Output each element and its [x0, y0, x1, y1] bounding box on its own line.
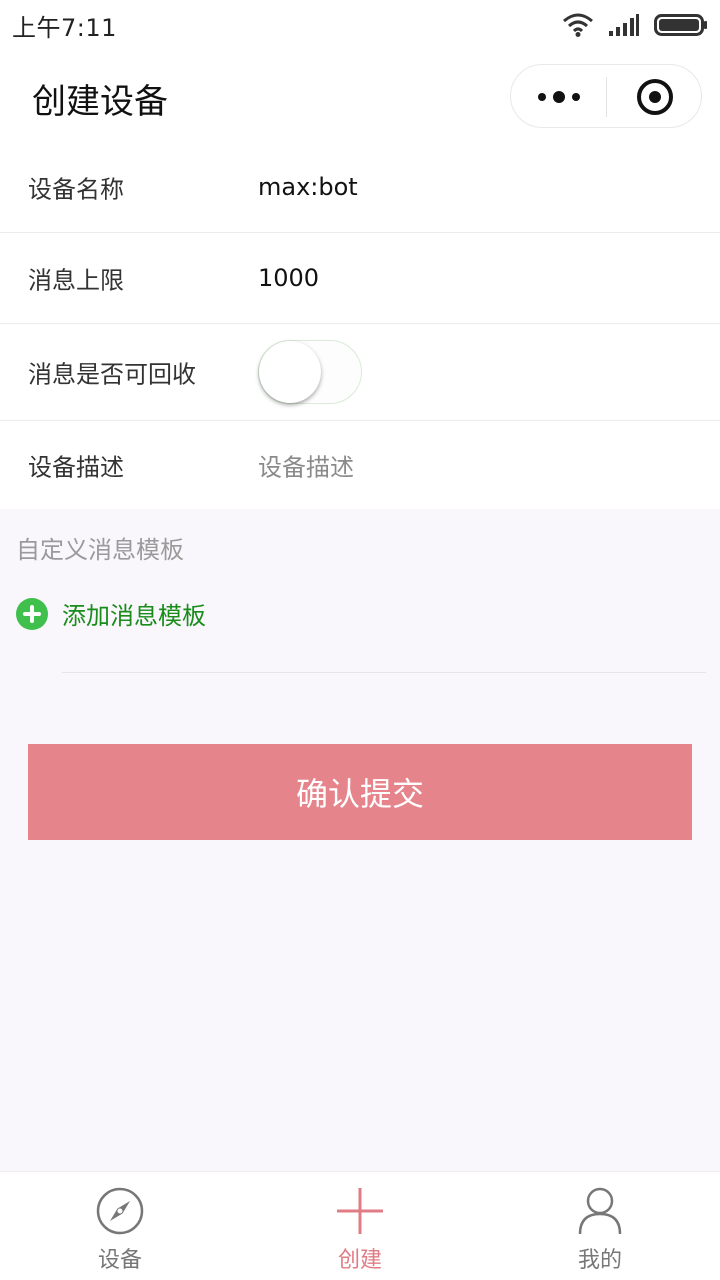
device-description-label: 设备描述: [28, 453, 124, 482]
device-form: 设备名称 max:bot 消息上限 1000 消息是否可回收 设备描述 设备描述: [0, 142, 720, 509]
status-icons: [562, 13, 708, 37]
custom-template-section-title: 自定义消息模板: [16, 536, 184, 564]
recyclable-switch[interactable]: [258, 340, 362, 404]
recyclable-row: 消息是否可回收: [0, 324, 720, 421]
device-name-label: 设备名称: [28, 175, 124, 204]
message-limit-label: 消息上限: [28, 266, 124, 295]
message-limit-input[interactable]: 1000: [258, 264, 319, 292]
add-template-button[interactable]: 添加消息模板: [16, 596, 206, 631]
tab-bar: 设备 创建 我的: [0, 1171, 720, 1280]
more-dots-icon-center: [552, 91, 565, 103]
screen: 上午7:11 创建设备 设备名称 max:bot 消息上限 1000 消息是否可…: [0, 0, 720, 1280]
template-divider: [62, 672, 706, 673]
message-limit-row: 消息上限 1000: [0, 233, 720, 324]
submit-button[interactable]: 确认提交: [28, 744, 692, 840]
plus-icon: [337, 1188, 383, 1234]
compass-icon: [96, 1187, 144, 1235]
more-button[interactable]: [511, 65, 606, 129]
target-icon: [637, 79, 673, 115]
tab-mine[interactable]: 我的: [480, 1172, 720, 1280]
device-name-row: 设备名称 max:bot: [0, 142, 720, 233]
device-description-input[interactable]: 设备描述: [258, 448, 354, 483]
recyclable-label: 消息是否可回收: [28, 360, 196, 389]
battery-icon: [654, 14, 707, 36]
status-time: 上午7:11: [12, 13, 117, 42]
more-dots-icon-right: [571, 93, 580, 101]
switch-knob: [259, 341, 321, 403]
status-bar: 上午7:11: [0, 0, 720, 50]
person-icon: [578, 1187, 622, 1235]
add-template-label: 添加消息模板: [62, 602, 206, 630]
wifi-icon: [563, 13, 593, 37]
device-name-input[interactable]: max:bot: [258, 173, 358, 201]
more-dots-icon: [537, 93, 546, 101]
close-button[interactable]: [607, 65, 703, 129]
signal-icon: [609, 14, 639, 36]
tab-create[interactable]: 创建: [240, 1172, 480, 1280]
header: 创建设备: [0, 50, 720, 142]
plus-circle-icon: [16, 597, 48, 630]
tab-label: 设备: [97, 1248, 142, 1273]
tab-label: 创建: [337, 1248, 382, 1273]
page-title: 创建设备: [32, 82, 168, 122]
tab-devices[interactable]: 设备: [0, 1172, 240, 1280]
device-description-row: 设备描述 设备描述: [0, 421, 720, 509]
mini-program-capsule: [510, 64, 702, 128]
tab-label: 我的: [577, 1248, 622, 1273]
